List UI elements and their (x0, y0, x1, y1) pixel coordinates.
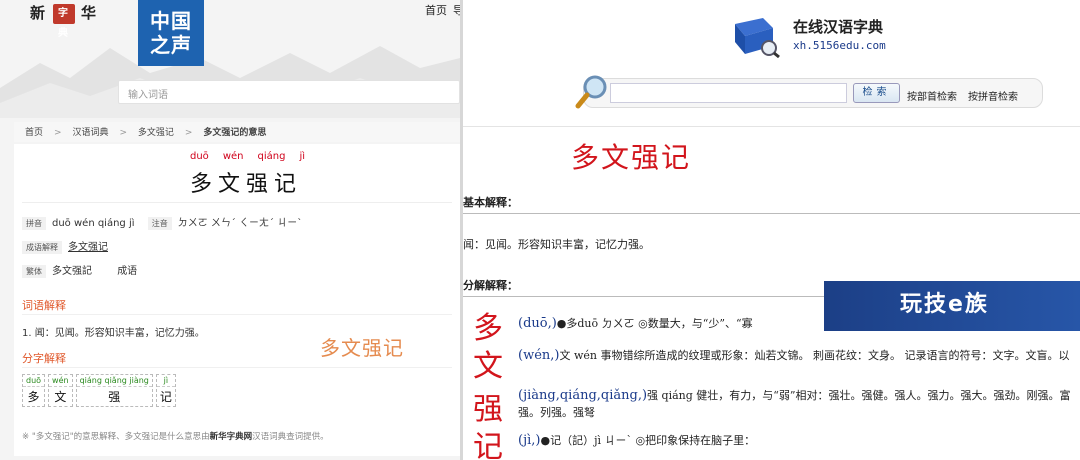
idiom-category-link[interactable]: 成语 (117, 266, 137, 277)
entry-card: duō wén qiáng jì 多文强记 拼音 duō wén qiáng jì 注音… (14, 144, 460, 456)
page-title: 多文强记 (190, 172, 303, 197)
traditional-row: 繁体 多文强記 成语 (22, 262, 137, 278)
pinyin-row: 拼音 duō wén qiáng jì 注音 ㄉㄨㄛ ㄨㄣˊ ㄑㄧㄤˊ ㄐㄧˋ (22, 214, 302, 230)
breadcrumb-word[interactable]: 多文强记 (138, 128, 174, 138)
5156edu-dictionary-panel: 在线汉语字典 xh.5156edu.com 检索 按部首检索 按拼音检索 多文强… (463, 0, 1080, 460)
split-explanation-heading: 分解解释： (463, 279, 518, 292)
watermark-banner: 玩技e族 (824, 281, 1080, 331)
title-pinyin: duō wén qiáng jì (190, 151, 305, 162)
search-input[interactable] (610, 83, 847, 103)
search-input[interactable]: 输入词语 (118, 80, 460, 104)
entry-char: 文 (473, 349, 503, 384)
footer-note: ※ "多文强记"的意思解释、多文强记是什么意思由新华字典网汉语词典查词提供。 (22, 432, 329, 442)
nav-more-link[interactable]: 导 (453, 2, 460, 18)
radical-search-link[interactable]: 按部首检索 (907, 88, 957, 103)
entry-ji: (jì,)●记（記）jì ㄐㄧˋ ◎把印象保持在脑子里： (518, 433, 756, 448)
site-title: 在线汉语字典 (793, 18, 884, 36)
watermark-text: 多文强记 (320, 336, 404, 360)
word-heading: 多文强记 (571, 141, 692, 174)
idiom-link[interactable]: 多文强记 (68, 242, 108, 253)
char-explanation-heading: 分字解释 (22, 352, 66, 365)
site-url[interactable]: xh.5156edu.com (793, 39, 886, 52)
breadcrumb-dictionary[interactable]: 汉语词典 (72, 128, 108, 138)
idiom-row: 成语解释 多文强记 (22, 238, 108, 254)
basic-explanation-heading: 基本解释： (463, 196, 518, 209)
entry-duo: (duō,)●多duō ㄉㄨㄛ ◎数量大，与“少”、“寡 (518, 316, 753, 331)
entry-wen: (wén,)文 wén 事物错综所造成的纹理或形象：灿若文锦。 刺画花纹：文身。… (518, 348, 1070, 363)
char-breakdown: duō 多 wén 文 qiáng qiǎng jiàng 强 jì 记 (22, 374, 179, 407)
word-explanation-heading: 词语解释 (22, 299, 66, 312)
book-magnifier-icon (735, 18, 780, 58)
definition-text: 1. 闻：见闻。形容知识丰富，记忆力强。 (22, 328, 205, 339)
entry-qiang: (jiàng,qiáng,qiǎng,)强 qiáng 健壮，有力，与“弱”相对… (518, 388, 1071, 419)
xinhua-dictionary-panel: 新字典华 首页 导 中国 之声 输入词语 首页 > 汉语词典 > 多文强记 > 多文强记… (0, 0, 460, 460)
char-box[interactable]: wén 文 (48, 374, 73, 407)
breadcrumb: 首页 > 汉语词典 > 多文强记 > 多文强记的意思 (14, 122, 460, 142)
char-box[interactable]: jì 记 (155, 374, 176, 407)
search-button[interactable]: 检索 (853, 83, 900, 103)
nav-home-link[interactable]: 首页 (425, 2, 447, 18)
breadcrumb-home[interactable]: 首页 (25, 128, 43, 138)
pinyin-search-link[interactable]: 按拼音检索 (968, 88, 1018, 103)
magnifier-icon (575, 75, 607, 109)
entry-char: 记 (473, 430, 503, 460)
breadcrumb-current: 多文强记的意思 (203, 128, 267, 138)
basic-explanation-text: 闻：见闻。形容知识丰富，记忆力强。 (463, 238, 650, 251)
zhongguozhisheng-logo[interactable]: 中国 之声 (138, 0, 204, 66)
char-box[interactable]: qiáng qiǎng jiàng 强 (75, 374, 153, 407)
char-box[interactable]: duō 多 (22, 374, 46, 407)
